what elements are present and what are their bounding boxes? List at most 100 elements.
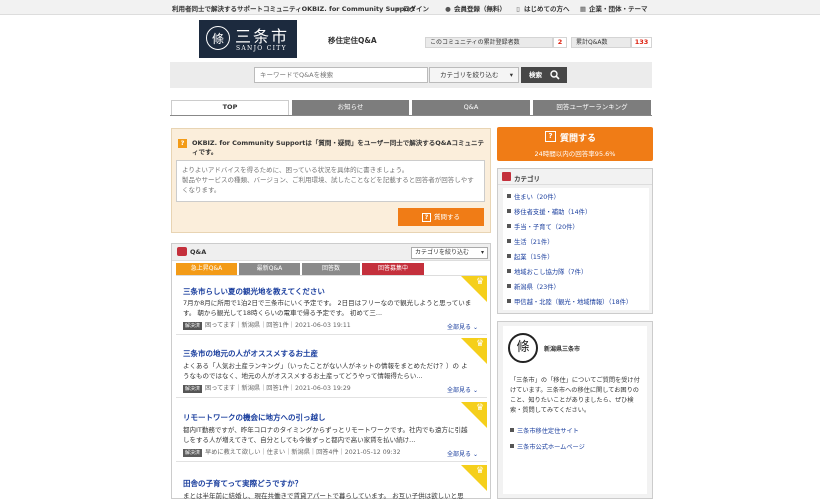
qa-icon xyxy=(177,247,187,256)
divider xyxy=(176,461,487,462)
category-item[interactable]: 甲信越・北陸（観光・地域情報）（18件） xyxy=(507,297,632,306)
link-label: 三条市移住定住サイト xyxy=(517,428,579,435)
official-site-link[interactable]: 三条市公式ホームページ xyxy=(510,442,585,451)
city-emblem-icon: 條 xyxy=(508,333,538,363)
crown-icon: ♛ xyxy=(476,466,485,476)
qa-filter-label: カテゴリを絞り込む xyxy=(415,249,470,256)
show-all-link[interactable]: 全部見る ⌄ xyxy=(447,385,478,394)
search-input[interactable] xyxy=(254,67,428,83)
qa-category-filter[interactable]: カテゴリを絞り込む ▾ xyxy=(411,247,488,259)
show-all-label: 全部見る xyxy=(447,324,472,331)
search-button-label: 検索 xyxy=(529,71,542,79)
qa-item-meta: 解決済 困ってます｜新潟県｜回答1件｜2021-06-03 19:11 xyxy=(183,320,351,330)
chevron-down-icon: ⌄ xyxy=(472,387,478,394)
qa-item-title[interactable]: 三条市の地元の人がオススメするお土産 xyxy=(183,348,318,359)
subtab-open[interactable]: 回答募集中 xyxy=(362,263,424,275)
qa-item-meta-text: 困ってます｜新潟県｜回答1件｜2021-06-03 19:11 xyxy=(205,322,351,329)
subtab-rising[interactable]: 急上昇Q&A xyxy=(176,263,237,275)
first-time-label: はじめての方へ xyxy=(524,5,570,13)
category-label: 新潟県（23件） xyxy=(514,284,560,291)
register-link[interactable]: ● 会員登録（無料） xyxy=(444,3,506,13)
category-label: 地域おこし協力隊（7件） xyxy=(514,269,588,276)
community-name: 移住定住Q&A xyxy=(328,36,377,45)
status-badge: 解決済 xyxy=(183,385,203,393)
qa-item-meta-text: 早めに教えて欲しい｜住まい｜新潟県｜回答4件｜2021-05-12 09:32 xyxy=(205,449,401,456)
caret-down-icon: ▾ xyxy=(509,71,513,79)
bullet-icon xyxy=(507,194,511,198)
category-label: 移住者支援・補助（14件） xyxy=(514,209,592,216)
status-badge: 解決済 xyxy=(183,322,203,330)
login-link[interactable]: ⇥ ログイン xyxy=(393,3,429,13)
tab-ranking[interactable]: 回答ユーザーランキング xyxy=(533,100,651,115)
ask-cta-title-wrap: ? 質問する xyxy=(545,131,596,144)
bullet-icon xyxy=(507,224,511,228)
register-label: 会員登録（無料） xyxy=(454,5,506,13)
category-item[interactable]: 新潟県（23件） xyxy=(507,282,560,291)
bullet-icon xyxy=(507,269,511,273)
community-intro: OKBIZ. for Community Supportは「質問・疑問」をユーザ… xyxy=(192,139,485,156)
qa-item-meta: 解決済 早めに教えて欲しい｜住まい｜新潟県｜回答4件｜2021-05-12 09:… xyxy=(183,447,401,457)
ask-question-cta[interactable]: ? 質問する 24時間以内の回答率95.6% xyxy=(497,127,653,161)
ask-cta-title: 質問する xyxy=(560,134,597,144)
subtab-latest[interactable]: 最新Q&A xyxy=(239,263,300,275)
chevron-down-icon: ⌄ xyxy=(472,451,478,458)
qa-item-title[interactable]: 三条市らしい夏の観光地を教えてください xyxy=(183,286,325,297)
tab-top[interactable]: TOP xyxy=(171,100,289,115)
category-item[interactable]: 移住者支援・補助（14件） xyxy=(507,207,591,216)
category-select-label: カテゴリを絞り込む xyxy=(440,71,499,79)
city-name-en: SANJO CITY xyxy=(236,45,287,52)
bullet-icon xyxy=(510,428,514,432)
stat-users-label: このコミュニティの累計登録者数 xyxy=(425,37,553,48)
category-item[interactable]: 地域おこし協力隊（7件） xyxy=(507,267,587,276)
category-item[interactable]: 起業（15件） xyxy=(507,252,554,261)
show-all-label: 全部見る xyxy=(447,387,472,394)
tab-news[interactable]: お知らせ xyxy=(292,100,409,115)
subtab-answer-count[interactable]: 回答数 xyxy=(302,263,360,275)
category-label: 生活（21件） xyxy=(514,239,554,246)
tab-qa[interactable]: Q&A xyxy=(412,100,530,115)
book-icon xyxy=(502,172,511,181)
category-panel-title: カテゴリ xyxy=(514,175,540,183)
stat-qa-label: 累計Q&A数 xyxy=(571,37,631,48)
user-icon: ● xyxy=(445,5,451,13)
qa-item-meta-text: 困ってます｜新潟県｜回答1件｜2021-06-03 19:29 xyxy=(205,385,351,392)
question-icon: ? xyxy=(422,213,431,222)
question-textarea[interactable] xyxy=(176,160,485,202)
show-all-link[interactable]: 全部見る ⌄ xyxy=(447,449,478,458)
category-item[interactable]: 生活（21件） xyxy=(507,237,554,246)
corporate-link[interactable]: ▦ 企業・団体・テーマ xyxy=(579,3,648,13)
category-item[interactable]: 住まい（20件） xyxy=(507,192,560,201)
search-icon xyxy=(550,70,560,80)
qa-item-excerpt: 7月か8月に所用で1泊2日で三条市にいく予定です。 2日目はフリーなので観光しよ… xyxy=(183,299,472,317)
question-badge-icon: ? xyxy=(178,139,187,148)
ask-question-button[interactable]: ? 質問する xyxy=(398,208,484,226)
search-button[interactable]: 検索 xyxy=(521,67,567,83)
tagline: 利用者同士で解決するサポートコミュニティOKBIZ. for Community… xyxy=(172,5,416,13)
crown-icon: ♛ xyxy=(476,403,485,413)
qa-item-excerpt: まとは半年前に結婚し、現在共働きで賃貸アパートで暮らしています。 お互い子供は欲… xyxy=(183,492,464,499)
bullet-icon xyxy=(507,284,511,288)
migration-site-link[interactable]: 三条市移住定住サイト xyxy=(510,426,579,435)
show-all-link[interactable]: 全部見る ⌄ xyxy=(447,322,478,331)
bullet-icon xyxy=(510,444,514,448)
qa-item-title[interactable]: リモートワークの機会に地方への引っ越し xyxy=(183,412,326,423)
bullet-icon xyxy=(507,209,511,213)
bullet-icon xyxy=(507,239,511,243)
qa-panel-title: Q&A xyxy=(190,248,207,256)
ask-question-label: 質問する xyxy=(434,213,460,221)
ask-cta-subtitle: 24時間以内の回答率95.6% xyxy=(534,150,616,158)
category-item[interactable]: 手当・子育て（20件） xyxy=(507,222,579,231)
org-name: 新潟県三条市 xyxy=(544,346,581,353)
first-time-link[interactable]: ▯ はじめての方へ xyxy=(514,3,570,13)
city-emblem: 條 xyxy=(206,26,230,50)
crown-icon: ♛ xyxy=(476,277,485,287)
org-description: 「三条市」の「移住」についてご質問を受け付けています。三条市への移住に関してお困… xyxy=(510,377,640,414)
category-select[interactable]: カテゴリを絞り込む ▾ xyxy=(429,67,519,83)
city-logo[interactable]: 條 三条市 SANJO CITY xyxy=(199,20,297,58)
question-icon: ? xyxy=(545,131,556,142)
qa-item-excerpt: 都内IT勤務ですが、昨年コロナのタイミングからずっとリモートワークです。社内でも… xyxy=(183,426,468,444)
qa-item-title[interactable]: 田舎の子育てって実際どうですか？ xyxy=(183,478,302,489)
crown-icon: ♛ xyxy=(476,339,485,349)
login-label: ログイン xyxy=(403,5,429,13)
book-icon: ▯ xyxy=(516,5,520,13)
